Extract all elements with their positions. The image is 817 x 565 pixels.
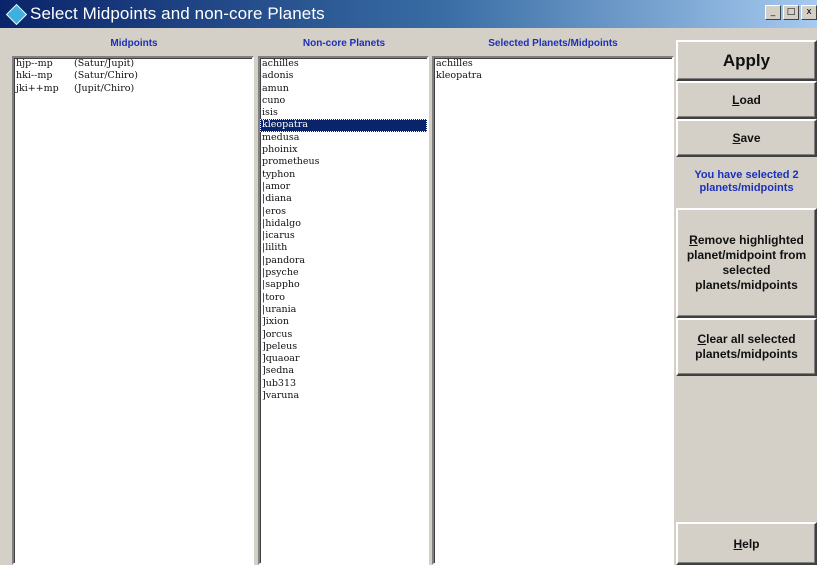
noncore-item[interactable]: ]sedna [260, 365, 427, 377]
midpoints-header: Midpoints [110, 38, 158, 49]
app-diamond-icon [6, 4, 26, 24]
midpoint-item[interactable]: jki++mp (Jupit/Chiro) [14, 83, 252, 95]
apply-button[interactable]: Apply [676, 40, 817, 81]
window-title: Select Midpoints and non-core Planets [30, 4, 325, 23]
noncore-listbox[interactable]: achilles adonis amun cuno isis kleopatra medus… [258, 56, 429, 565]
clear-all-button[interactable]: Clear all selected planets/midpoints [676, 318, 817, 376]
noncore-item-highlighted[interactable]: kleopatra [260, 119, 427, 132]
selected-item[interactable]: kleopatra [434, 70, 672, 82]
noncore-item[interactable]: adonis [260, 70, 427, 82]
noncore-item[interactable]: |toro [260, 292, 427, 304]
noncore-item[interactable]: |lilith [260, 242, 427, 254]
close-button[interactable]: x [801, 5, 817, 20]
midpoint-item[interactable]: hki--mp (Satur/Chiro) [14, 70, 252, 82]
noncore-item[interactable]: cuno [260, 95, 427, 107]
noncore-item[interactable]: isis [260, 107, 427, 119]
help-button[interactable]: Help [676, 522, 817, 565]
noncore-item[interactable]: amun [260, 83, 427, 95]
noncore-item[interactable]: prometheus [260, 156, 427, 168]
help-label: Help [733, 536, 760, 551]
load-button[interactable]: Load [676, 81, 817, 119]
noncore-item[interactable]: |amor [260, 181, 427, 193]
remove-highlighted-button[interactable]: Remove highlighted planet/midpoint from … [676, 208, 817, 318]
noncore-item[interactable]: ]ub313 [260, 378, 427, 390]
midpoint-pair: (Satur/Chiro) [74, 70, 138, 82]
noncore-item[interactable]: ]quaoar [260, 353, 427, 365]
load-label: Load [732, 93, 761, 107]
midpoints-listbox[interactable]: hjp--mp (Satur/Jupit) hki--mp (Satur/Chiro)… [12, 56, 254, 565]
noncore-item[interactable]: medusa [260, 132, 427, 144]
noncore-header: Non-core Planets [302, 38, 386, 49]
noncore-item[interactable]: |urania [260, 304, 427, 316]
window-controls: _ □ x [763, 5, 817, 20]
remove-label: Remove highlighted planet/midpoint from … [686, 233, 807, 292]
title-bar: Select Midpoints and non-core Planets _ … [0, 0, 817, 28]
noncore-item[interactable]: |eros [260, 206, 427, 218]
minimize-button[interactable]: _ [765, 5, 781, 20]
noncore-item[interactable]: typhon [260, 169, 427, 181]
midpoint-name: hjp--mp [16, 58, 53, 69]
noncore-item[interactable]: ]orcus [260, 329, 427, 341]
selected-listbox[interactable]: achilles kleopatra [432, 56, 674, 565]
noncore-item[interactable]: |diana [260, 193, 427, 205]
noncore-item[interactable]: ]ixion [260, 316, 427, 328]
save-label: Save [732, 131, 761, 145]
noncore-item[interactable]: phoinix [260, 144, 427, 156]
noncore-item[interactable]: |pandora [260, 255, 427, 267]
noncore-item[interactable]: achilles [260, 58, 427, 70]
selected-header: Selected Planets/Midpoints [488, 38, 618, 49]
noncore-item[interactable]: ]varuna [260, 390, 427, 402]
apply-label: Apply [722, 50, 771, 70]
noncore-item[interactable]: |icarus [260, 230, 427, 242]
clear-label: Clear all selected planets/midpoints [695, 332, 798, 361]
side-panel-spacer [676, 376, 817, 522]
noncore-item[interactable]: ]peleus [260, 341, 427, 353]
midpoint-pair: (Jupit/Chiro) [74, 82, 135, 94]
noncore-item[interactable]: |hidalgo [260, 218, 427, 230]
midpoint-name: jki++mp [16, 82, 59, 94]
save-button[interactable]: Save [676, 119, 817, 157]
selected-item[interactable]: achilles [434, 58, 672, 70]
noncore-item[interactable]: |sappho [260, 279, 427, 291]
noncore-item[interactable]: |psyche [260, 267, 427, 279]
maximize-button[interactable]: □ [783, 5, 799, 20]
selection-count-status: You have selected 2 planets/midpoints [694, 169, 799, 194]
midpoint-name: hki--mp [16, 70, 53, 82]
midpoint-pair: (Satur/Jupit) [74, 58, 135, 69]
midpoint-item[interactable]: hjp--mp (Satur/Jupit) [14, 58, 252, 70]
